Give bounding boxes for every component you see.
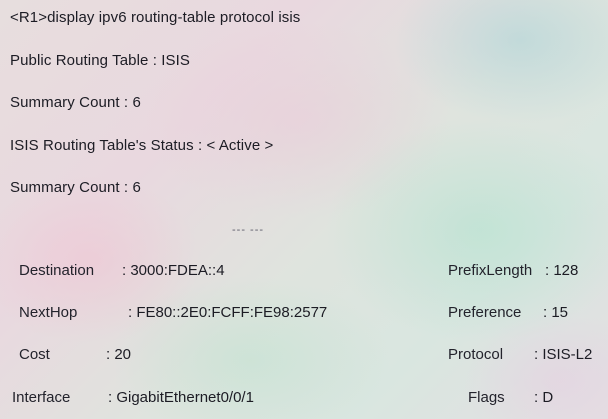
nexthop-label: NextHop	[19, 304, 78, 321]
public-routing-table-line: Public Routing Table : ISIS	[10, 52, 191, 69]
preference-label: Preference	[448, 304, 522, 321]
cost-label: Cost	[19, 346, 50, 363]
summary-count-line-2: Summary Count : 6	[10, 179, 141, 196]
interface-value: : GigabitEthernet0/0/1	[108, 389, 254, 406]
destination-label: Destination	[19, 262, 95, 279]
prefixlength-value: : 128	[545, 262, 579, 279]
prefixlength-label: PrefixLength	[448, 262, 533, 279]
nexthop-value: : FE80::2E0:FCFF:FE98:2577	[128, 304, 328, 321]
cost-value: : 20	[106, 346, 132, 363]
interface-label: Interface	[12, 389, 71, 406]
summary-count-line: Summary Count : 6	[10, 94, 141, 111]
table-status-line: ISIS Routing Table's Status : < Active >	[10, 137, 274, 154]
command-line: <R1>display ipv6 routing-table protocol …	[10, 9, 301, 26]
protocol-value: : ISIS-L2	[534, 346, 593, 363]
separator: --- ---	[232, 224, 265, 236]
destination-value: : 3000:FDEA::4	[122, 262, 225, 279]
preference-value: : 15	[543, 304, 569, 321]
flags-value: : D	[534, 389, 554, 406]
protocol-label: Protocol	[448, 346, 504, 363]
flags-label: Flags	[468, 389, 505, 406]
